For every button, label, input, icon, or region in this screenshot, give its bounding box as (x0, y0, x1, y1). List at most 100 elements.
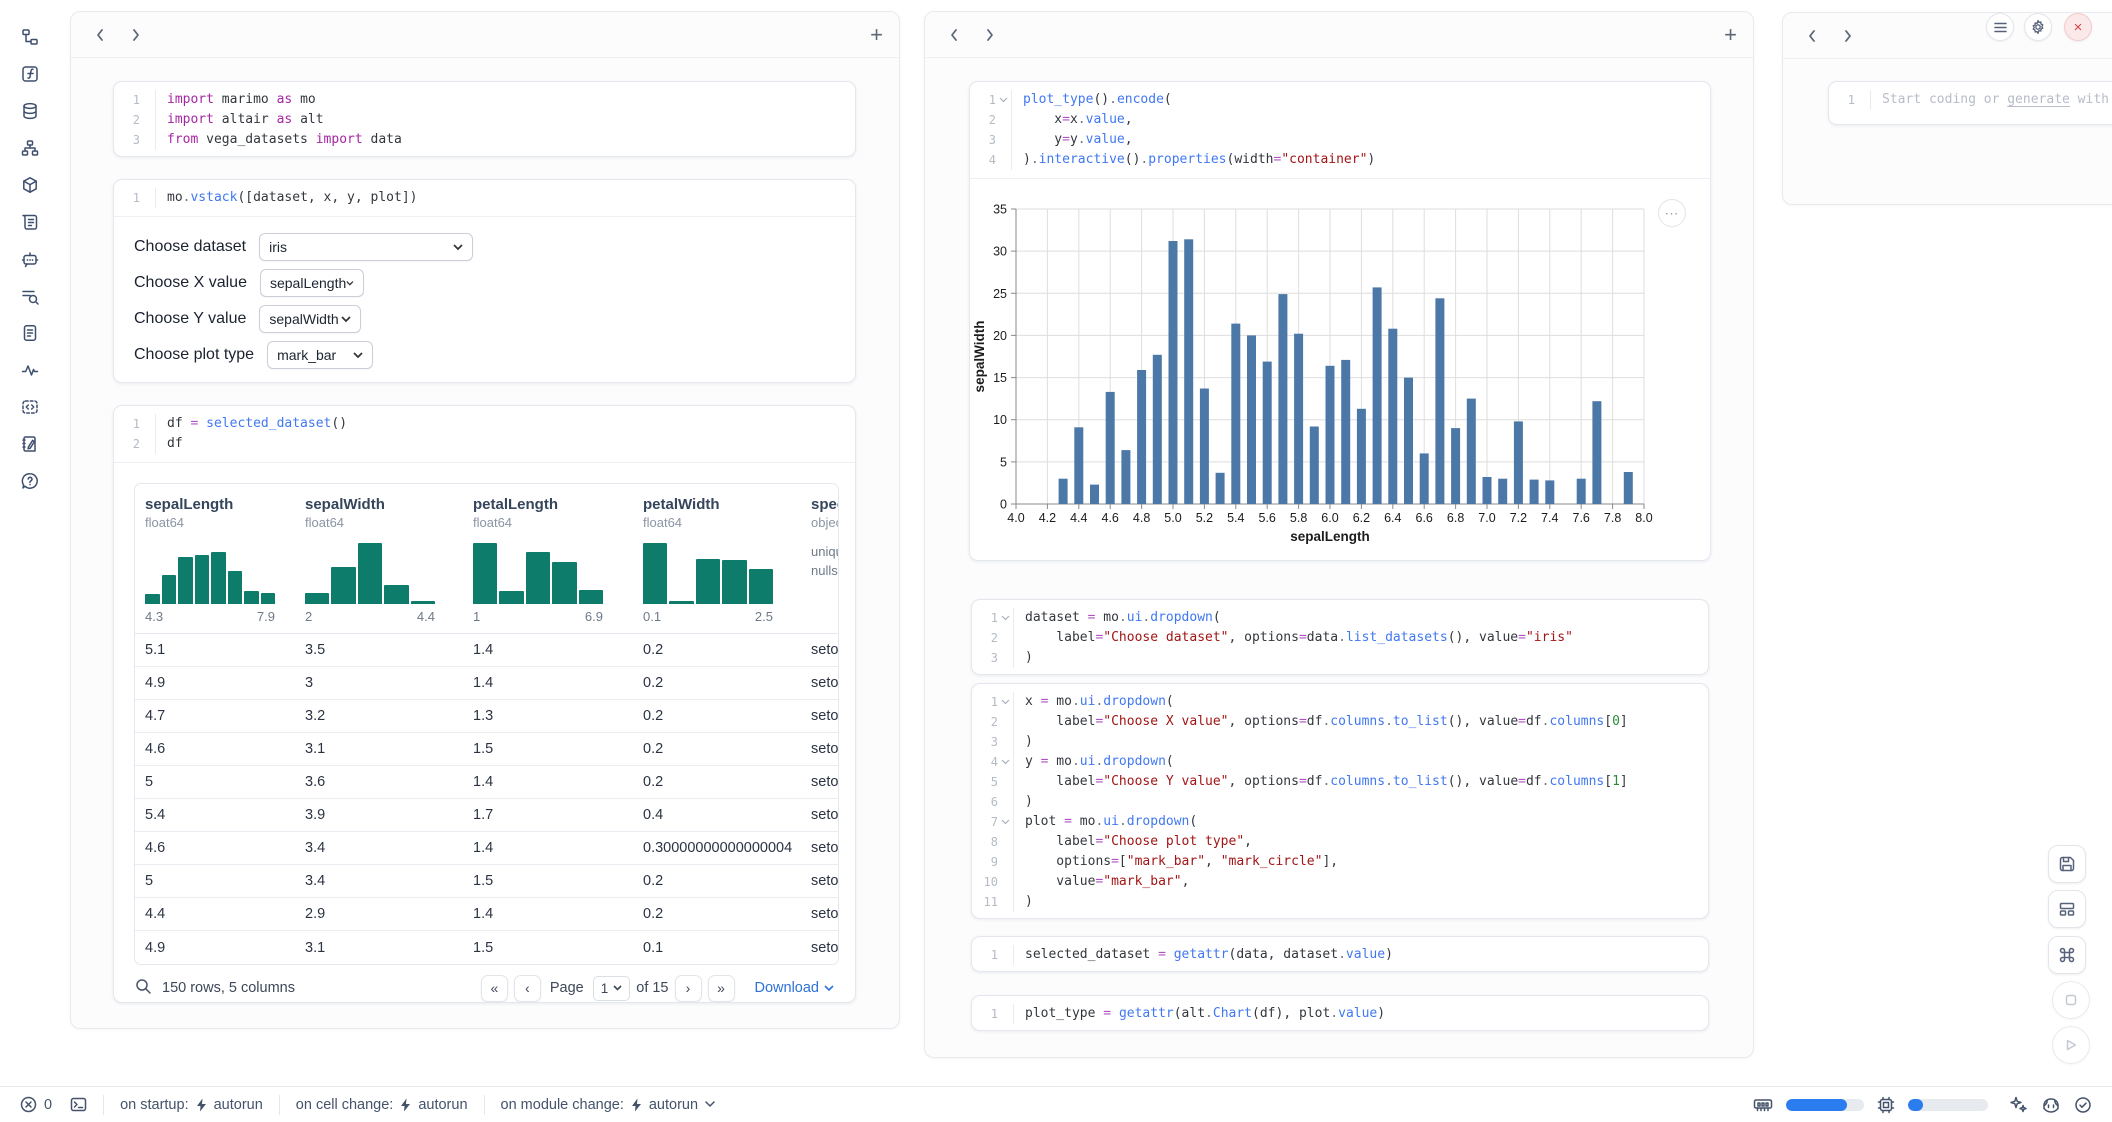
table-row[interactable]: 4.63.41.40.30000000000000004setosa (135, 832, 838, 865)
help-icon[interactable] (19, 470, 40, 491)
table-column-header[interactable]: petalWidthfloat640.12.5 (633, 496, 801, 633)
table-row[interactable]: 53.41.50.2setosa (135, 865, 838, 898)
file-tree-icon[interactable] (19, 26, 40, 47)
fold-chevron-icon[interactable] (996, 90, 1011, 110)
fold-chevron-icon[interactable] (998, 608, 1013, 628)
dependency-graph-icon[interactable] (19, 137, 40, 158)
code-editor[interactable]: 1plot_type().encode(2 x=x.value,3 y=y.va… (970, 82, 1710, 178)
terminal-button[interactable] (70, 1096, 87, 1113)
errors-indicator[interactable]: 0 (20, 1096, 52, 1113)
column-histogram[interactable] (145, 540, 275, 604)
search-list-icon[interactable] (19, 285, 40, 306)
chart-actions-button[interactable]: ⋯ (1658, 199, 1686, 227)
settings-gear-button[interactable] (2024, 13, 2052, 41)
code-editor[interactable]: 1import marimo as mo2import altair as al… (114, 82, 855, 157)
scratchpad-icon[interactable] (19, 433, 40, 454)
svg-text:25: 25 (993, 287, 1007, 301)
shutdown-button[interactable]: × (2064, 13, 2092, 41)
table-column-header[interactable]: sepalWidthfloat6424.4 (295, 496, 463, 633)
column-meta: unique:nulls: (811, 542, 839, 580)
function-icon[interactable] (19, 63, 40, 84)
col3-next-column-button[interactable] (1835, 23, 1861, 49)
table-row[interactable]: 5.13.51.40.2setosa (135, 634, 838, 667)
fold-chevron-icon (140, 130, 155, 150)
first-page-button[interactable]: « (481, 975, 508, 1002)
table-row[interactable]: 4.73.21.30.2setosa (135, 700, 838, 733)
code-editor[interactable]: 1plot_type = getattr(alt.Chart(df), plot… (972, 996, 1708, 1031)
table-cell: 4.6 (135, 840, 295, 856)
line-number: 2 (972, 628, 998, 648)
package-icon[interactable] (19, 174, 40, 195)
col2-add-cell-button[interactable]: + (1724, 24, 1737, 46)
code-editor[interactable]: 1df = selected_dataset()2df (114, 406, 855, 462)
on-startup-setting[interactable]: on startup: autorun (120, 1097, 263, 1113)
table-row[interactable]: 53.61.40.2setosa (135, 766, 838, 799)
column-histogram[interactable] (643, 540, 773, 604)
ai-sparkles-icon[interactable] (2009, 1095, 2028, 1114)
prev-page-button[interactable]: ‹ (514, 975, 541, 1002)
choose-dataset-select[interactable]: iris (259, 233, 473, 261)
next-page-button[interactable]: › (675, 975, 702, 1002)
code-editor[interactable]: 1mo.vstack([dataset, x, y, plot]) (114, 180, 855, 216)
choose-x-value-select[interactable]: sepalLength (260, 269, 364, 297)
database-icon[interactable] (19, 100, 40, 121)
download-button[interactable]: Download (755, 980, 835, 996)
table-row[interactable]: 5.43.91.70.4setosa (135, 799, 838, 832)
choose-y-value-select[interactable]: sepalWidth (259, 305, 361, 333)
table-row[interactable]: 4.42.91.40.2setosa (135, 898, 838, 931)
on-cell-change-setting[interactable]: on cell change: autorun (296, 1097, 468, 1113)
table-cell: 2.9 (295, 906, 463, 922)
col2-prev-column-button[interactable] (941, 22, 967, 48)
table-cell: 5.1 (135, 642, 295, 658)
fold-chevron-icon[interactable] (998, 812, 1013, 832)
code-editor[interactable]: 1selected_dataset = getattr(data, datase… (972, 937, 1708, 972)
search-icon[interactable] (135, 978, 152, 999)
copilot-icon[interactable] (2041, 1096, 2061, 1114)
column-max: 7.9 (257, 609, 275, 624)
table-column-header[interactable]: speciesobjectunique:nulls: (801, 496, 839, 633)
table-row[interactable]: 4.63.11.50.2setosa (135, 733, 838, 766)
line-number: 3 (114, 130, 140, 150)
table-row[interactable]: 4.931.40.2setosa (135, 667, 838, 700)
code-cell-dataset-dropdown: 1dataset = mo.ui.dropdown(2 label="Choos… (971, 599, 1709, 675)
code-editor[interactable]: 1x = mo.ui.dropdown(2 label="Choose X va… (972, 684, 1708, 919)
logs-icon[interactable] (19, 211, 40, 232)
table-row[interactable]: 4.93.11.50.1setosa (135, 931, 838, 964)
run-all-button[interactable] (2052, 1026, 2090, 1064)
table-column-header[interactable]: petalLengthfloat6416.9 (463, 496, 633, 633)
col1-next-column-button[interactable] (123, 22, 149, 48)
col1-prev-column-button[interactable] (87, 22, 113, 48)
code-cell-plot-type: 1plot_type = getattr(alt.Chart(df), plot… (971, 995, 1709, 1031)
table-column-header[interactable]: sepalLengthfloat644.37.9 (135, 496, 295, 633)
snippets-icon[interactable] (19, 322, 40, 343)
table-cell: 3.1 (295, 940, 463, 956)
activity-icon[interactable] (19, 359, 40, 380)
code-editor[interactable]: 1dataset = mo.ui.dropdown(2 label="Choos… (972, 600, 1708, 675)
last-page-button[interactable]: » (708, 975, 735, 1002)
code-block-icon[interactable] (19, 396, 40, 417)
col3-prev-column-button[interactable] (1799, 23, 1825, 49)
stop-button[interactable] (2052, 981, 2090, 1019)
command-palette-button[interactable] (2048, 936, 2086, 974)
save-button[interactable] (2048, 845, 2086, 883)
table-cell: 4.9 (135, 675, 295, 691)
svg-text:5.6: 5.6 (1259, 511, 1276, 525)
page-select[interactable]: 1 (593, 976, 631, 1001)
chart-output[interactable]: 4.04.24.44.64.85.05.25.45.65.86.06.26.46… (970, 179, 1710, 561)
generate-link[interactable]: generate (2007, 92, 2070, 107)
fold-chevron-icon[interactable] (998, 692, 1013, 712)
layout-button[interactable] (2048, 890, 2086, 928)
on-module-change-setting[interactable]: on module change: autorun (501, 1097, 716, 1113)
memory-icon (1753, 1097, 1773, 1113)
choose-plot-type-select[interactable]: mark_bar (267, 341, 373, 369)
code-editor[interactable]: 1Start coding or generate with (1829, 82, 2112, 118)
fold-chevron-icon[interactable] (998, 752, 1013, 772)
connection-status-icon[interactable] (2074, 1096, 2092, 1114)
column-histogram[interactable] (305, 540, 435, 604)
chat-bot-icon[interactable] (19, 248, 40, 269)
svg-text:5.2: 5.2 (1196, 511, 1213, 525)
col2-next-column-button[interactable] (977, 22, 1003, 48)
menu-button[interactable] (1986, 13, 2014, 41)
col1-add-cell-button[interactable]: + (870, 24, 883, 46)
column-histogram[interactable] (473, 540, 603, 604)
